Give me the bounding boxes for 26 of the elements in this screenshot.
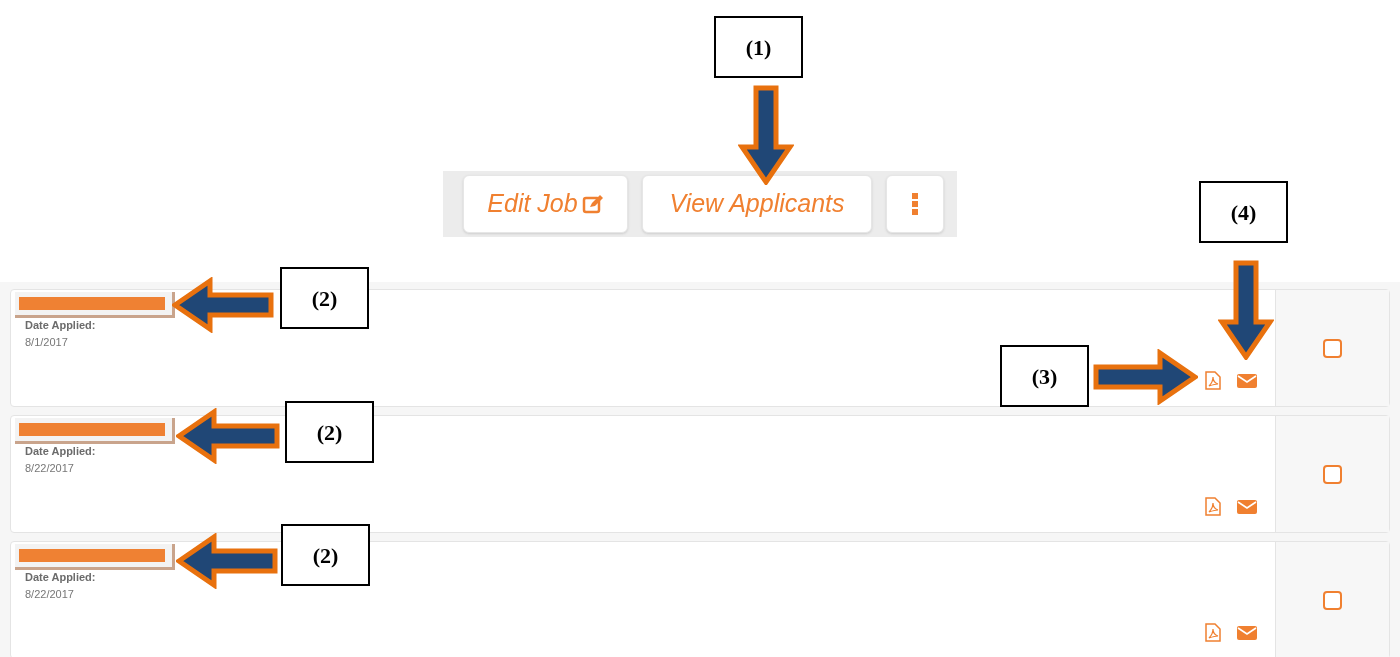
callout-label: (1) bbox=[714, 16, 803, 78]
select-checkbox[interactable] bbox=[1323, 338, 1342, 358]
view-applicants-button[interactable]: View Applicants bbox=[642, 175, 872, 233]
more-button[interactable] bbox=[886, 175, 944, 233]
mail-icon[interactable] bbox=[1237, 625, 1257, 640]
callout-label: (3) bbox=[1000, 345, 1089, 407]
pdf-icon[interactable] bbox=[1205, 497, 1221, 516]
callout-label: (2) bbox=[285, 401, 374, 463]
callout-label: (2) bbox=[281, 524, 370, 586]
date-value: 8/22/2017 bbox=[25, 587, 75, 602]
mail-icon[interactable] bbox=[1237, 499, 1257, 514]
callout-label: (4) bbox=[1199, 181, 1288, 243]
date-label: Date Applied: bbox=[25, 570, 97, 584]
pdf-icon[interactable] bbox=[1205, 371, 1221, 390]
mail-icon[interactable] bbox=[1237, 373, 1257, 388]
callout-label: (2) bbox=[280, 267, 369, 329]
edit-job-button[interactable]: Edit Job bbox=[463, 175, 628, 233]
select-checkbox[interactable] bbox=[1323, 590, 1342, 610]
more-icon bbox=[912, 193, 918, 215]
date-value: 8/22/2017 bbox=[25, 461, 75, 476]
edit-icon bbox=[581, 194, 604, 214]
date-value: 8/1/2017 bbox=[25, 335, 69, 350]
pdf-icon[interactable] bbox=[1205, 623, 1221, 642]
date-label: Date Applied: bbox=[25, 444, 97, 458]
date-label: Date Applied: bbox=[25, 318, 97, 332]
select-checkbox[interactable] bbox=[1323, 464, 1342, 484]
